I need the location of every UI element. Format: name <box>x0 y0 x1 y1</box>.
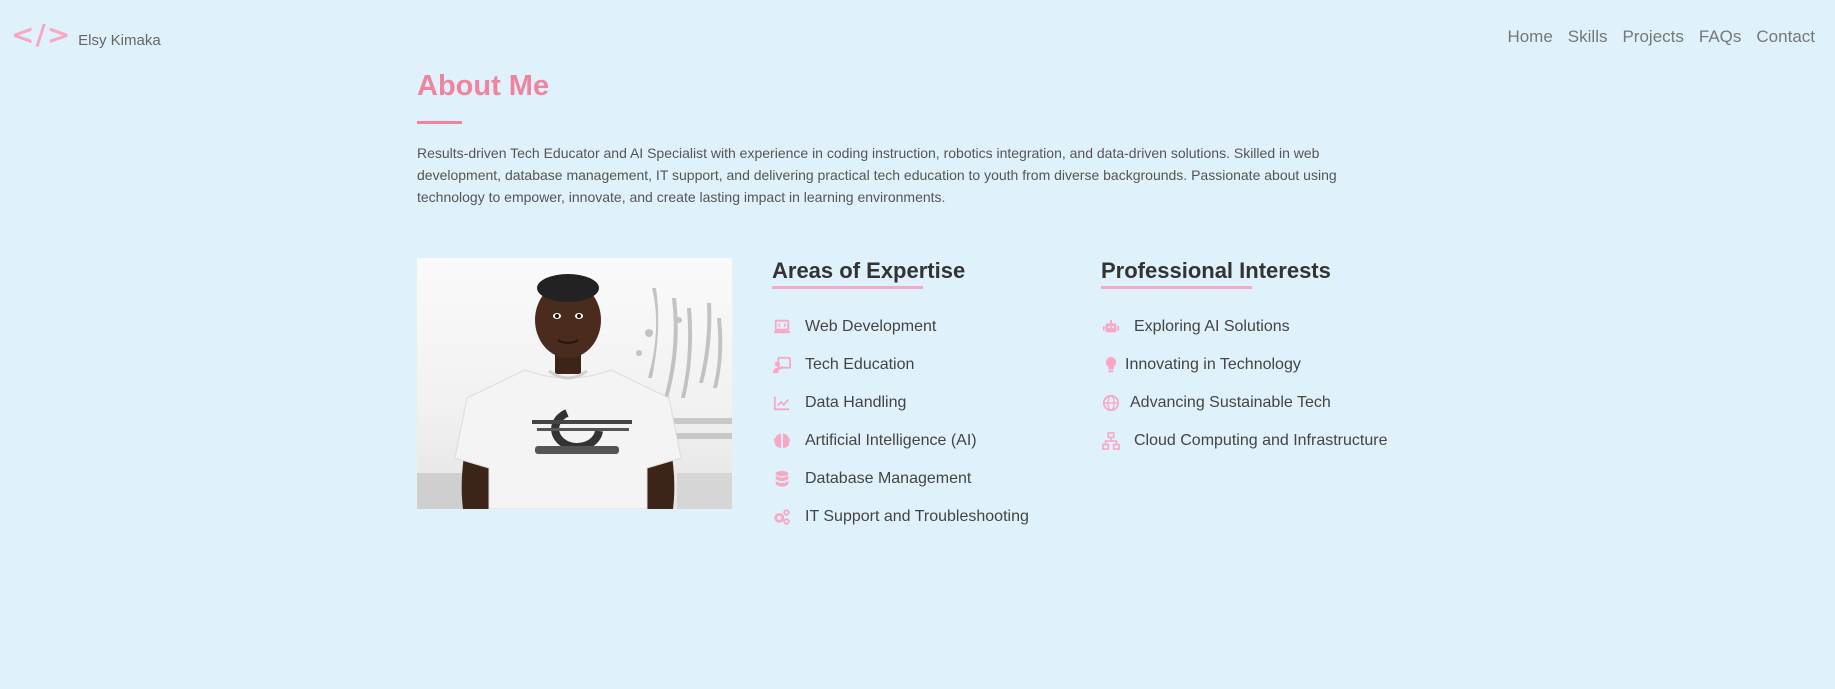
interest-item-label: Advancing Sustainable Tech <box>1130 394 1331 411</box>
expertise-item-label: Web Development <box>805 318 937 335</box>
interest-item-label: Exploring AI Solutions <box>1134 318 1290 335</box>
expertise-item-it-support: IT Support and Troubleshooting <box>772 498 1029 536</box>
expertise-item-label: Data Handling <box>805 394 907 411</box>
about-title: About Me <box>417 70 550 102</box>
interest-item-label: Cloud Computing and Infrastructure <box>1134 432 1388 449</box>
expertise-item-label: Database Management <box>805 470 972 487</box>
interest-item-ai-solutions: Exploring AI Solutions <box>1101 308 1387 346</box>
about-description: Results-driven Tech Educator and AI Spec… <box>417 145 1337 205</box>
logo[interactable]: </> Elsy Kimaka <box>11 20 161 50</box>
expertise-item-tech-education: Tech Education <box>772 346 1029 384</box>
robot-icon <box>1101 317 1121 337</box>
interest-item-sustainable-tech: Advancing Sustainable Tech <box>1101 384 1387 422</box>
nav-link-home[interactable]: Home <box>1507 27 1552 47</box>
database-icon <box>772 469 792 489</box>
gears-icon <box>772 507 792 527</box>
main-nav: Home Skills Projects FAQs Contact <box>1507 27 1815 47</box>
about-title-underline <box>417 121 462 124</box>
expertise-item-label: Tech Education <box>805 356 915 373</box>
expertise-item-data-handling: Data Handling <box>772 384 1029 422</box>
brain-icon <box>772 431 792 451</box>
expertise-title: Areas of Expertise <box>772 258 966 283</box>
expertise-item-database: Database Management <box>772 460 1029 498</box>
code-icon: </> <box>11 18 72 51</box>
expertise-list: Web Development Tech Education Data Hand… <box>772 308 1029 536</box>
network-icon <box>1101 431 1121 451</box>
expertise-section: Areas of Expertise Web Development Tech … <box>772 258 1029 525</box>
globe-icon <box>1101 393 1121 413</box>
interest-item-cloud-computing: Cloud Computing and Infrastructure <box>1101 422 1387 460</box>
interest-item-innovating: Innovating in Technology <box>1101 346 1387 384</box>
interests-list: Exploring AI Solutions Innovating in Tec… <box>1101 308 1387 460</box>
chart-line-icon <box>772 393 792 413</box>
chalkboard-teacher-icon <box>772 355 792 375</box>
nav-link-faqs[interactable]: FAQs <box>1699 27 1742 47</box>
lightbulb-icon <box>1101 355 1121 375</box>
interests-title: Professional Interests <box>1101 258 1331 283</box>
expertise-item-web-development: Web Development <box>772 308 1029 346</box>
nav-link-skills[interactable]: Skills <box>1568 27 1608 47</box>
profile-photo <box>417 258 732 509</box>
expertise-item-label: Artificial Intelligence (AI) <box>805 432 977 449</box>
nav-link-contact[interactable]: Contact <box>1756 27 1815 47</box>
laptop-code-icon <box>772 317 792 337</box>
nav-link-projects[interactable]: Projects <box>1622 27 1683 47</box>
expertise-item-label: IT Support and Troubleshooting <box>805 508 1029 525</box>
site-name: Elsy Kimaka <box>78 32 161 49</box>
interests-section: Professional Interests Exploring AI Solu… <box>1101 258 1387 450</box>
expertise-item-ai: Artificial Intelligence (AI) <box>772 422 1029 460</box>
interests-title-underline <box>1101 286 1252 289</box>
interest-item-label: Innovating in Technology <box>1125 356 1301 373</box>
expertise-title-underline <box>772 286 923 289</box>
